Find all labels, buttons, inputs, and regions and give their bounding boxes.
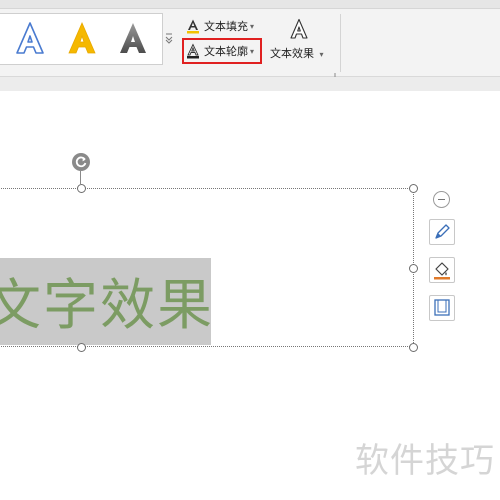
frame-icon [434,299,450,316]
text-fill-icon [185,18,201,34]
rotate-handle[interactable] [72,153,90,171]
highlight-annotation-box [182,38,262,64]
pen-style-button[interactable] [429,219,455,245]
text-effect-dropdown-icon: ▾ [319,50,324,59]
resize-handle-top-right[interactable] [409,184,418,193]
style-sample-outline[interactable] [13,20,47,56]
ribbon-group-separator [340,14,341,72]
resize-handle-middle-right[interactable] [409,264,418,273]
document-gap [0,77,500,91]
style-sample-gray[interactable] [116,20,150,56]
text-effect-button[interactable]: 文本效果 ▾ [268,16,330,66]
gallery-more-button[interactable] [163,13,175,63]
text-fill-button[interactable]: 文本填充 ▾ [185,17,254,35]
frame-style-button[interactable] [429,295,455,321]
text-fill-dropdown-icon: ▾ [250,21,255,31]
rotate-handle-stem [80,171,81,184]
gallery-more-icon [164,31,174,45]
text-fill-label: 文本填充 [204,20,248,33]
paint-bucket-icon [434,262,450,280]
ribbon-top-strip [0,0,500,9]
resize-handle-bottom-center[interactable] [77,343,86,352]
collapse-icon[interactable] [433,191,450,208]
fill-style-button[interactable] [429,257,455,283]
resize-handle-top-center[interactable] [77,184,86,193]
wordart-text[interactable]: 文字效果 [0,270,214,340]
style-sample-yellow[interactable] [65,20,99,56]
ribbon-toolbar: 文本填充 ▾ 文本轮廓 ▾ 文本效果 ▾ [0,0,500,79]
pen-icon [435,224,450,239]
resize-handle-bottom-right[interactable] [409,343,418,352]
watermark-text: 软件技巧 [355,441,495,481]
wordart-style-gallery[interactable] [0,13,163,65]
dialog-launcher-icon[interactable] [329,64,336,79]
text-effect-label: 文本效果 [270,47,314,60]
rotate-icon [75,156,87,168]
text-effect-icon [289,18,309,40]
